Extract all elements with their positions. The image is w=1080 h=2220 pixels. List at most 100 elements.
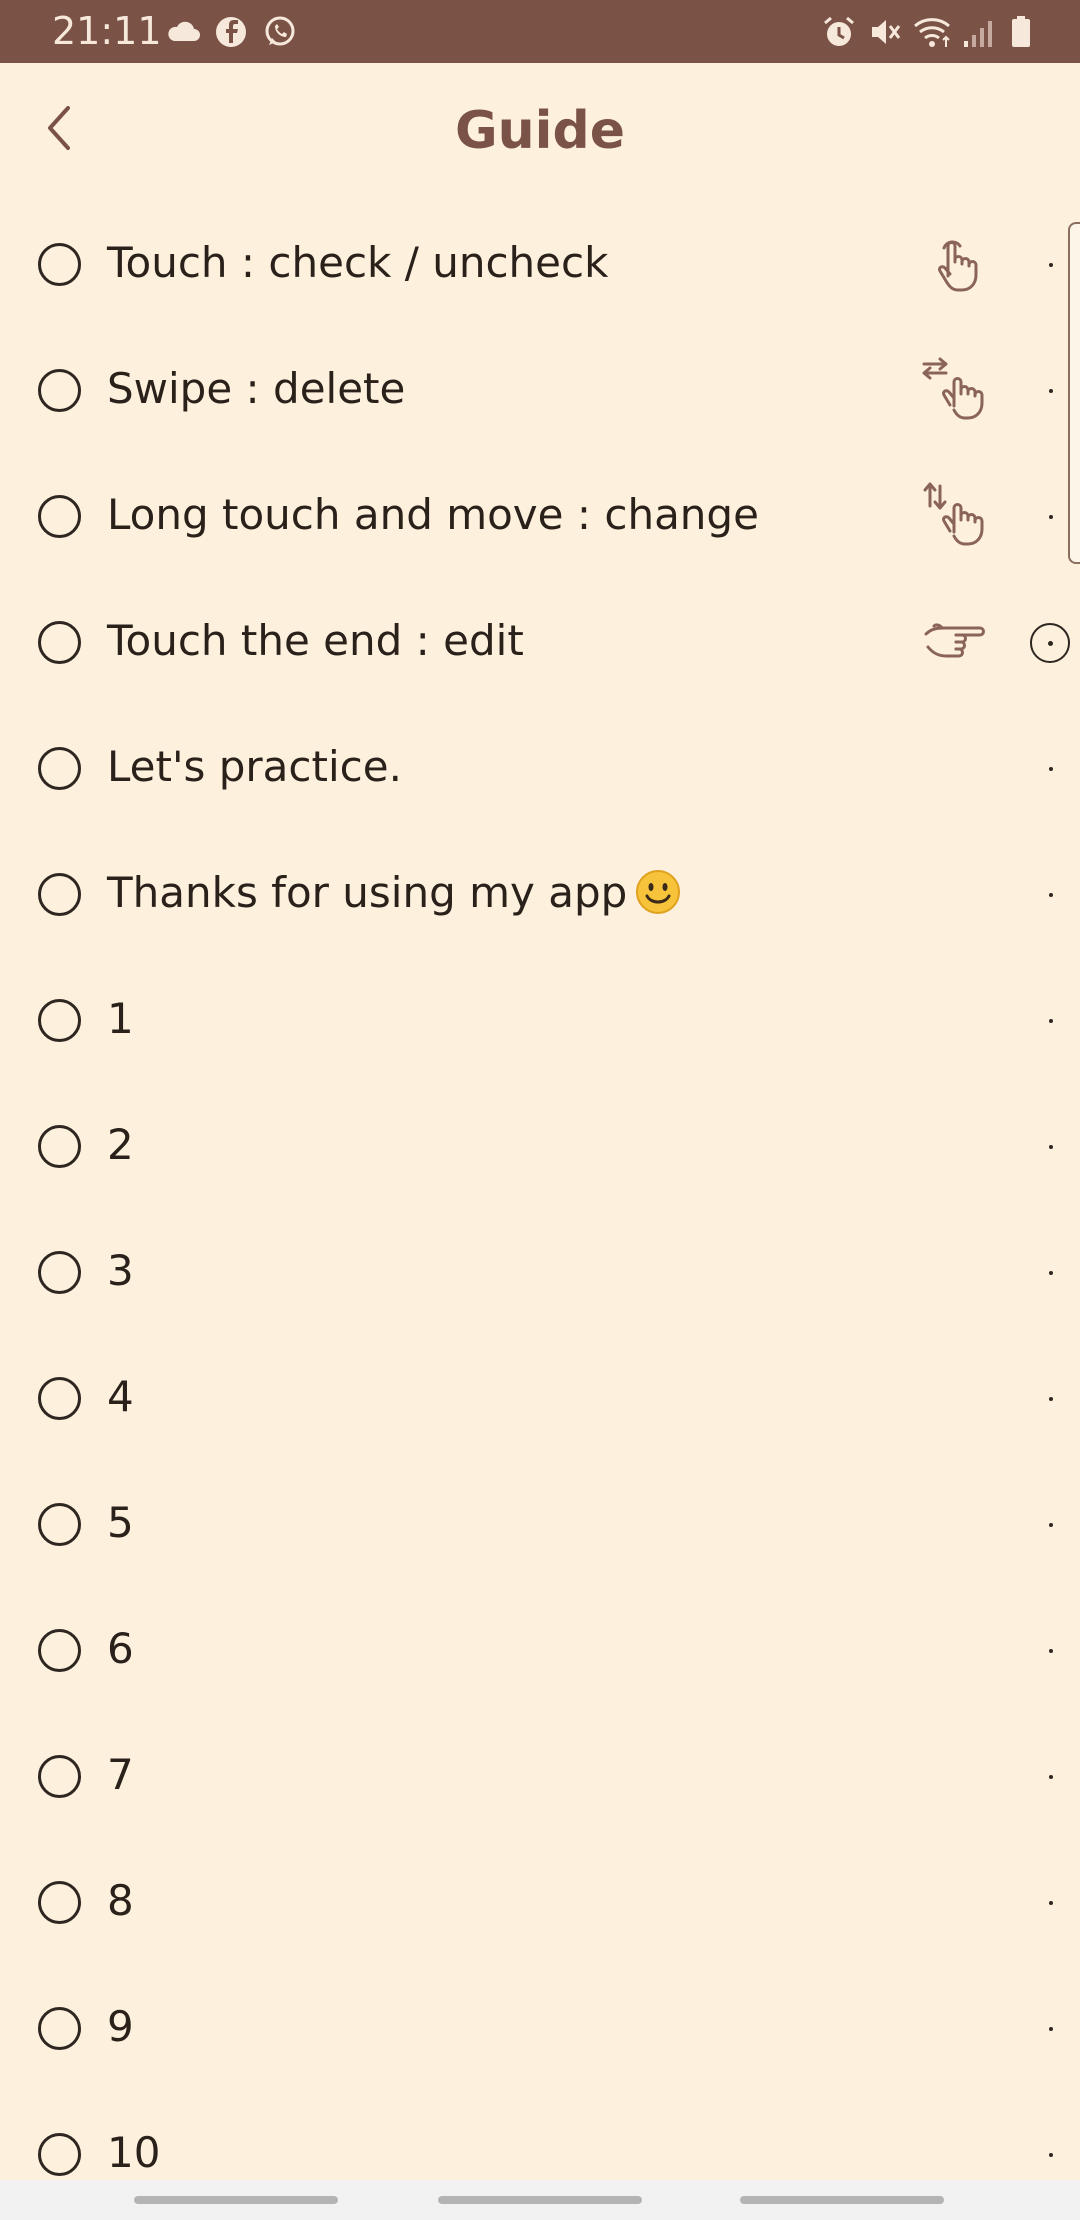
list-item-label: Let's practice. [107,742,402,791]
wifi-icon [914,18,950,47]
list-item[interactable]: Touch : check / uncheck [0,200,1080,326]
smiling-face-emoji [636,870,681,914]
end-dot [1049,389,1053,393]
list-item[interactable]: 8 [0,1838,1080,1964]
list-item-label: 4 [107,1372,134,1421]
whatsapp-icon [265,16,295,46]
list-item[interactable]: 7 [0,1712,1080,1838]
edit-end-zone[interactable] [1000,956,1080,1082]
check-circle[interactable] [38,1377,81,1420]
swipe-hand-icon [922,357,984,420]
list-item[interactable]: 3 [0,1208,1080,1334]
end-dot [1049,1523,1053,1527]
end-dot [1049,767,1053,771]
edit-end-zone[interactable] [1000,1460,1080,1586]
check-circle[interactable] [38,369,81,412]
check-circle[interactable] [38,1251,81,1294]
edit-end-zone[interactable] [1000,704,1080,830]
check-circle[interactable] [38,243,81,286]
facebook-icon [216,17,246,47]
end-dot [1049,1775,1053,1779]
edit-end-zone[interactable] [1000,578,1080,704]
list-item[interactable]: 9 [0,1964,1080,2090]
list-item-label: 7 [107,1750,134,1799]
check-circle[interactable] [38,1881,81,1924]
list-item-label: 9 [107,2002,134,2051]
navigation-bar [0,2180,1080,2220]
tap-hand-icon [938,240,978,292]
check-circle[interactable] [38,1629,81,1672]
check-circle[interactable] [38,1125,81,1168]
page-title: Guide [454,101,625,161]
end-dot [1049,1145,1053,1149]
check-circle[interactable] [38,495,81,538]
end-dot [1049,515,1053,519]
end-dot [1049,893,1053,897]
check-circle[interactable] [38,2133,81,2176]
check-circle[interactable] [38,621,81,664]
nav-handle-left[interactable] [134,2196,338,2204]
pointing-hand-icon [924,623,985,658]
edit-end-zone[interactable] [1000,1586,1080,1712]
alarm-icon [824,16,854,46]
check-circle[interactable] [38,1755,81,1798]
list-item[interactable]: Long touch and move : change [0,452,1080,578]
list-item[interactable]: Touch the end : edit [0,578,1080,704]
check-circle[interactable] [38,999,81,1042]
list-item-label: 2 [107,1120,134,1169]
edit-end-zone[interactable] [1000,830,1080,956]
end-dot [1049,263,1053,267]
edit-end-zone[interactable] [1000,1838,1080,1964]
list-item-label: 6 [107,1624,134,1673]
status-time: 21:11 [52,9,162,53]
end-dot [1049,1901,1053,1905]
edit-end-zone[interactable] [1000,1208,1080,1334]
list-item[interactable]: Swipe : delete [0,326,1080,452]
end-dot [1049,2153,1053,2157]
list-item[interactable]: 2 [0,1082,1080,1208]
list-item[interactable]: Thanks for using my app [0,830,1080,956]
list-item-label: 10 [107,2128,161,2177]
status-bar: 21:11 [0,0,1080,63]
app-bar: Guide [0,63,1080,201]
drag-hand-icon [923,482,984,546]
guide-list: Touch : check / uncheck Swipe : delete L… [0,200,1080,2177]
list-item-label: 5 [107,1498,134,1547]
end-dot [1049,1649,1053,1653]
screen: 21:11 Guide Touch: check / uncheck Swip… [0,0,1080,2220]
list-item-label-wrap: Thanks for using my app [107,866,681,920]
list-item[interactable]: 5 [0,1460,1080,1586]
list-item[interactable]: 4 [0,1334,1080,1460]
list-item[interactable]: Let's practice. [0,704,1080,830]
edit-end-zone[interactable] [1000,1964,1080,2090]
battery-icon [1012,16,1030,47]
scrollbar-thumb[interactable] [1068,222,1080,564]
end-dot [1049,1397,1053,1401]
nav-handle-right[interactable] [740,2196,944,2204]
list-item-label: 8 [107,1876,134,1925]
end-dot [1049,2027,1053,2031]
check-circle[interactable] [38,873,81,916]
end-dot [1049,1271,1053,1275]
list-item-label: Touch : check / uncheck [107,238,609,287]
check-circle[interactable] [38,2007,81,2050]
list-item-label: Long touch and move : change [107,490,759,539]
list-item-label: 3 [107,1246,134,1295]
signal-icon [964,21,992,47]
end-dot [1049,1019,1053,1023]
edit-end-zone[interactable] [1000,1712,1080,1838]
list-item-label: 1 [107,994,134,1043]
list-item-label: Swipe : delete [107,364,406,413]
edit-end-zone[interactable] [1000,1334,1080,1460]
list-item[interactable]: 6 [0,1586,1080,1712]
list-item-label: Thanks for using my app [107,868,628,917]
mute-icon [872,20,901,44]
cloud-icon [168,21,200,41]
edit-target-circle[interactable] [1030,623,1070,663]
edit-end-zone[interactable] [1000,1082,1080,1208]
check-circle[interactable] [38,1503,81,1546]
list-item-label: Touch the end : edit [107,616,524,665]
list-item[interactable]: 1 [0,956,1080,1082]
nav-handle-home[interactable] [438,2196,642,2204]
check-circle[interactable] [38,747,81,790]
